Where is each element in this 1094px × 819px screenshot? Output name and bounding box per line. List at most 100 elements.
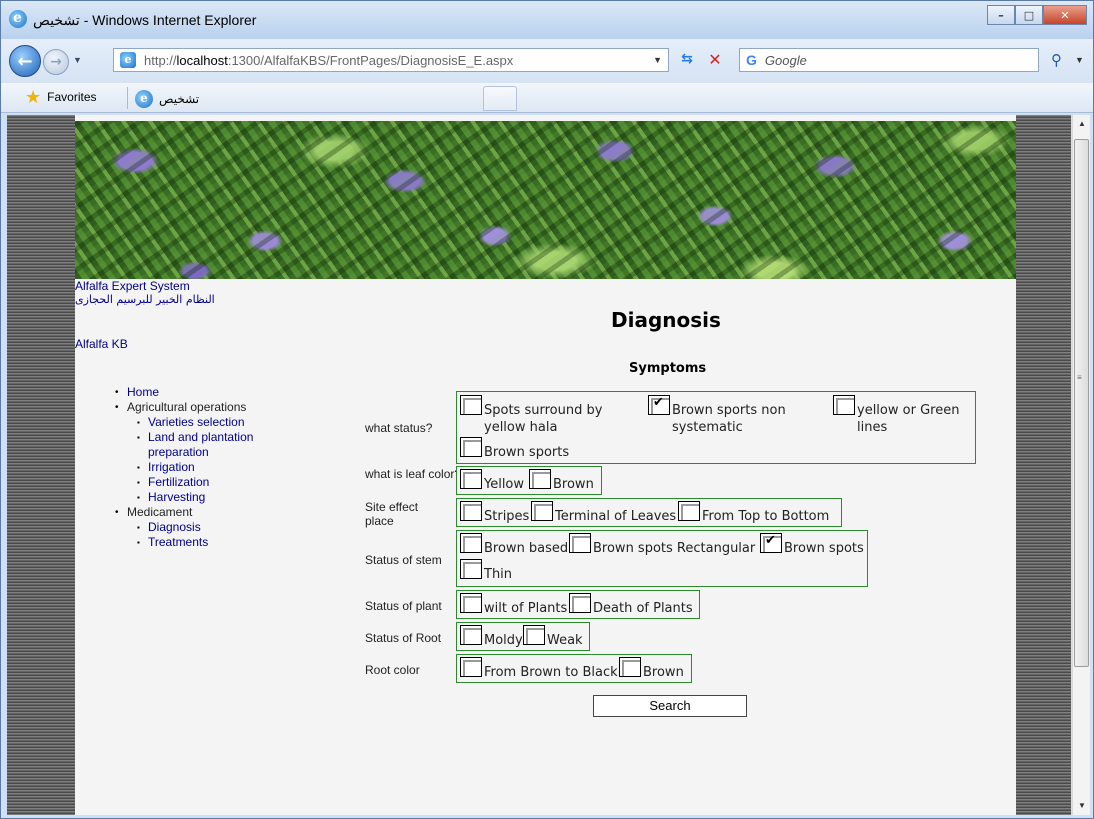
maximize-button[interactable]: □ bbox=[1015, 5, 1043, 25]
options-group-plant: wilt of Plants Death of Plants bbox=[456, 590, 700, 619]
checkbox-checked[interactable] bbox=[648, 395, 670, 415]
site-title-arabic: النظام الخبير للبرسيم الحجازى bbox=[75, 293, 215, 306]
option-moldy[interactable]: Moldy bbox=[460, 625, 523, 649]
browser-window: تشخيص - Windows Internet Explorer – □ ✕ … bbox=[0, 0, 1094, 819]
option-weak[interactable]: Weak bbox=[523, 625, 583, 649]
menu-link-diagnosis[interactable]: Diagnosis bbox=[148, 520, 201, 535]
window-controls: – □ ✕ bbox=[987, 5, 1087, 27]
checkbox[interactable] bbox=[529, 469, 551, 489]
option-thin[interactable]: Thin bbox=[460, 559, 512, 583]
back-button[interactable]: ← bbox=[9, 45, 41, 77]
search-button[interactable]: Search bbox=[593, 695, 747, 717]
menu-item-medicament: • Medicament bbox=[115, 505, 193, 519]
navigation-bar: ← → ▼ e http://localhost:1300/AlfalfaKBS… bbox=[1, 39, 1093, 83]
recent-pages-dropdown-icon[interactable]: ▼ bbox=[73, 55, 82, 65]
checkbox[interactable] bbox=[678, 501, 700, 521]
forward-button[interactable]: → bbox=[43, 49, 69, 75]
question-label-status: what status? bbox=[365, 421, 433, 435]
checkbox[interactable] bbox=[460, 593, 482, 613]
options-group-status: Spots surround by yellow hala Brown spor… bbox=[456, 391, 976, 464]
checkbox[interactable] bbox=[460, 437, 482, 457]
favorites-button[interactable]: ★ Favorites bbox=[25, 88, 97, 106]
checkbox[interactable] bbox=[569, 533, 591, 553]
stop-icon[interactable]: ✕ bbox=[704, 50, 726, 70]
checkbox[interactable] bbox=[460, 625, 482, 645]
scroll-down-icon[interactable]: ▼ bbox=[1073, 797, 1091, 815]
options-group-root: Moldy Weak bbox=[456, 622, 590, 651]
address-url[interactable]: http://localhost:1300/AlfalfaKBS/FrontPa… bbox=[144, 53, 513, 68]
checkbox[interactable] bbox=[619, 657, 641, 677]
checkbox[interactable] bbox=[833, 395, 855, 415]
favorites-label: Favorites bbox=[47, 90, 97, 104]
tab-active[interactable]: e تشخيص bbox=[133, 85, 477, 113]
alfalfa-kb-link[interactable]: Alfalfa KB bbox=[75, 337, 128, 351]
tab-title: تشخيص bbox=[159, 92, 200, 106]
new-tab-button[interactable] bbox=[483, 86, 517, 111]
refresh-icon[interactable]: ⇆ bbox=[676, 51, 698, 71]
menu-link-harvesting[interactable]: Harvesting bbox=[148, 490, 205, 505]
favorites-bar: ★ Favorites e تشخيص bbox=[1, 83, 1093, 113]
menu-link-land[interactable]: Land and plantation bbox=[148, 430, 253, 445]
option-yellow[interactable]: Yellow bbox=[460, 469, 524, 493]
checkbox[interactable] bbox=[569, 593, 591, 613]
menu-link-varieties[interactable]: Varieties selection bbox=[148, 415, 245, 430]
question-label-plant: Status of plant bbox=[365, 599, 442, 613]
scrollbar-thumb[interactable] bbox=[1074, 139, 1089, 667]
page-title: Diagnosis bbox=[611, 308, 721, 332]
menu-link-irrigation[interactable]: Irrigation bbox=[148, 460, 195, 475]
option-brown[interactable]: Brown bbox=[529, 469, 594, 493]
checkbox[interactable] bbox=[460, 559, 482, 579]
option-death[interactable]: Death of Plants bbox=[569, 593, 693, 617]
checkbox[interactable] bbox=[460, 657, 482, 677]
option-brown-spots-rectangular[interactable]: Brown spots Rectangular bbox=[569, 533, 755, 557]
option-brown-sports[interactable]: Brown sports bbox=[460, 437, 569, 461]
option-root-brown[interactable]: Brown bbox=[619, 657, 684, 681]
address-dropdown-icon[interactable]: ▼ bbox=[653, 55, 662, 65]
page-content: Alfalfa Expert System النظام الخبير للبر… bbox=[75, 115, 1016, 815]
menu-item-home: • Home bbox=[115, 385, 160, 400]
menu-link-home[interactable]: Home bbox=[127, 385, 159, 400]
search-options-dropdown-icon[interactable]: ▼ bbox=[1075, 55, 1084, 65]
menu-link-land-cont[interactable]: preparation bbox=[148, 445, 209, 460]
ie-logo-icon bbox=[9, 10, 27, 28]
option-yellow-green-lines[interactable]: yellow or Green lines bbox=[833, 395, 973, 436]
option-brown-based[interactable]: Brown based bbox=[460, 533, 568, 557]
question-label-site-effect: Site effect place bbox=[365, 500, 419, 528]
search-magnifier-icon[interactable]: ⚲ bbox=[1051, 51, 1062, 69]
page-icon: e bbox=[135, 90, 153, 108]
menu-link-treatments[interactable]: Treatments bbox=[148, 535, 208, 550]
option-stripes[interactable]: Stripes bbox=[460, 501, 529, 525]
close-button[interactable]: ✕ bbox=[1043, 5, 1087, 25]
checkbox[interactable] bbox=[523, 625, 545, 645]
question-label-root-color: Root color bbox=[365, 663, 420, 677]
page-viewport: Alfalfa Expert System النظام الخبير للبر… bbox=[7, 115, 1071, 815]
menu-link-fertilization[interactable]: Fertilization bbox=[148, 475, 209, 490]
option-brown-to-black[interactable]: From Brown to Black bbox=[460, 657, 618, 681]
option-wilt[interactable]: wilt of Plants bbox=[460, 593, 567, 617]
scroll-grip-icon: ≡ bbox=[1077, 373, 1082, 382]
title-bar: تشخيص - Windows Internet Explorer – □ ✕ bbox=[1, 1, 1093, 39]
checkbox[interactable] bbox=[460, 533, 482, 553]
checkbox[interactable] bbox=[460, 501, 482, 521]
option-spots-surround[interactable]: Spots surround by yellow hala bbox=[460, 395, 640, 436]
checkbox[interactable] bbox=[531, 501, 553, 521]
page-icon: e bbox=[120, 52, 136, 68]
options-group-stem: Brown based Brown spots Rectangular Brow… bbox=[456, 530, 868, 587]
address-bar[interactable]: e http://localhost:1300/AlfalfaKBS/Front… bbox=[113, 48, 669, 72]
search-placeholder[interactable]: Google bbox=[765, 53, 807, 68]
search-box[interactable]: G Google bbox=[739, 48, 1039, 72]
vertical-scrollbar[interactable]: ▲ ≡ ▼ bbox=[1072, 115, 1090, 815]
option-terminal-leaves[interactable]: Terminal of Leaves bbox=[531, 501, 676, 525]
minimize-button[interactable]: – bbox=[987, 5, 1015, 25]
options-group-leaf-color: Yellow Brown bbox=[456, 466, 602, 495]
checkbox[interactable] bbox=[460, 469, 482, 489]
checkbox[interactable] bbox=[460, 395, 482, 415]
scroll-up-icon[interactable]: ▲ bbox=[1073, 115, 1091, 133]
checkbox-checked[interactable] bbox=[760, 533, 782, 553]
option-top-to-bottom[interactable]: From Top to Bottom bbox=[678, 501, 829, 525]
option-brown-spots[interactable]: Brown spots bbox=[760, 533, 864, 557]
question-label-root: Status of Root bbox=[365, 631, 442, 645]
option-brown-sports-non-systematic[interactable]: Brown sports non systematic bbox=[648, 395, 818, 436]
left-border-stripe bbox=[7, 115, 75, 815]
side-menu: • Home • Agricultural operations ▪ Varietie… bbox=[115, 385, 253, 550]
